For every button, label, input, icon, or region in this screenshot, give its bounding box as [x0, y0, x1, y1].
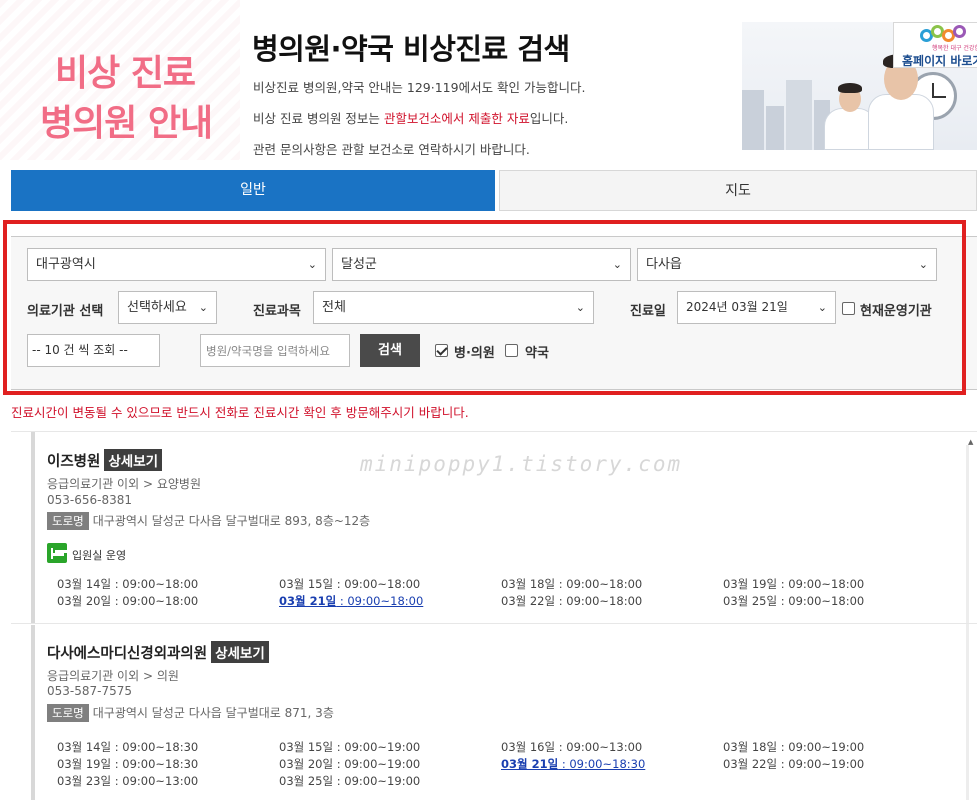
date-select-value: 2024년 03월 21일 [686, 300, 788, 314]
schedule-entry-selected-date[interactable]: 03월 21일 : 09:00~18:00 [279, 593, 423, 609]
facility-select[interactable]: 선택하세요 ⌄ [118, 291, 217, 324]
brand-circles-icon [920, 25, 976, 42]
watermark: minipoppy1.tistory.com [360, 452, 683, 476]
result-category: 응급의료기관 이외 > 의원 [47, 669, 179, 683]
logo-line-1: 비상 진료 [55, 53, 196, 94]
road-tag: 도로명 [47, 512, 89, 530]
schedule-entry: 03월 15일 : 09:00~18:00 [279, 577, 421, 591]
home-label: 홈페이지 바로가 [902, 54, 977, 68]
schedule-entry: 03월 25일 : 09:00~19:00 [279, 774, 421, 788]
info-line-1: 비상진료 병의원,약국 안내는 129·119에서도 확인 가능합니다. [253, 80, 586, 95]
address-text: 대구광역시 달성군 다사읍 달구벌대로 893, 8층~12층 [92, 514, 371, 528]
schedule-entry: 03월 18일 : 09:00~18:00 [501, 577, 643, 591]
department-select[interactable]: 전체 ⌄ [313, 291, 594, 324]
result-address: 도로명 대구광역시 달성군 다사읍 달구벌대로 893, 8층~12층 [47, 512, 370, 530]
hospital-checkbox-label: 병·의원 [454, 346, 495, 361]
schedule-entry: 03월 18일 : 09:00~19:00 [723, 740, 865, 754]
schedule-entry: 03월 22일 : 09:00~19:00 [723, 757, 865, 771]
chevron-down-icon: ⌄ [307, 258, 317, 271]
notice-text: 진료시간이 변동될 수 있으므로 반드시 전화로 진료시간 확인 후 방문해주시… [11, 405, 469, 420]
name-search-input[interactable] [200, 334, 350, 367]
homepage-link-button[interactable]: 행복한 대구 건강한 사람 홈페이지 바로가 [893, 22, 977, 68]
logo-banner: 비상 진료 병의원 안내 [0, 0, 240, 160]
pharmacy-checkbox-label: 약국 [525, 346, 549, 361]
address-text: 대구광역시 달성군 다사읍 달구벌대로 871, 3층 [92, 706, 334, 720]
info-line-2-highlight: 관할보건소에서 제출한 자료 [383, 111, 530, 126]
result-name[interactable]: 이즈병원 [47, 454, 100, 470]
results-top-divider [11, 431, 977, 432]
region-select-value: 대구광역시 [36, 257, 96, 272]
chevron-down-icon: ⌄ [575, 301, 585, 314]
tab-map[interactable]: 지도 [499, 170, 977, 211]
open-now-checkbox[interactable] [842, 302, 855, 315]
department-label: 진료과목 [253, 304, 301, 319]
schedule-entry: 03월 23일 : 09:00~13:00 [57, 774, 199, 788]
page-size-select[interactable]: -- 10 건 씩 조회 -- [27, 334, 160, 367]
result-phone: 053-656-8381 [47, 493, 133, 507]
town-select-value: 다사읍 [646, 257, 682, 272]
home-sub-label: 행복한 대구 건강한 사람 [932, 45, 977, 52]
page-size-select-value: -- 10 건 씩 조회 -- [32, 343, 128, 357]
tab-general[interactable]: 일반 [11, 170, 495, 211]
schedule-entry: 03월 16일 : 09:00~13:00 [501, 740, 643, 754]
chevron-down-icon: ⌄ [817, 301, 827, 314]
result-divider [11, 623, 977, 624]
department-select-value: 전체 [322, 300, 346, 315]
result-category: 응급의료기관 이외 > 요양병원 [47, 477, 201, 491]
result-address: 도로명 대구광역시 달성군 다사읍 달구벌대로 871, 3층 [47, 704, 334, 722]
schedule-entry: 03월 20일 : 09:00~19:00 [279, 757, 421, 771]
info-line-2-pre: 비상 진료 병의원 정보는 [253, 111, 384, 126]
schedule-entry: 03월 15일 : 09:00~19:00 [279, 740, 421, 754]
schedule-entry: 03월 14일 : 09:00~18:00 [57, 577, 199, 591]
chevron-down-icon: ⌄ [612, 258, 622, 271]
info-line-3: 관련 문의사항은 관할 보건소로 연락하시기 바랍니다. [253, 142, 530, 157]
district-select[interactable]: 달성군 ⌄ [332, 248, 631, 281]
schedule-entry: 03월 14일 : 09:00~18:30 [57, 740, 199, 754]
page-title: 병의원·약국 비상진료 검색 [252, 32, 570, 66]
result-phone: 053-587-7575 [47, 684, 133, 698]
logo-line-2: 병의원 안내 [40, 103, 213, 144]
date-label: 진료일 [630, 304, 666, 319]
facility-label: 의료기관 선택 [27, 304, 104, 319]
page-header: 비상 진료 병의원 안내 병의원·약국 비상진료 검색 비상진료 병의원,약국 … [0, 0, 977, 165]
detail-button[interactable]: 상세보기 [211, 641, 269, 663]
date-select[interactable]: 2024년 03월 21일 ⌄ [677, 291, 836, 324]
open-now-label: 현재운영기관 [860, 304, 932, 319]
region-select[interactable]: 대구광역시 ⌄ [27, 248, 326, 281]
inpatient-label: 입원실 운영 [72, 549, 127, 562]
schedule-entry: 03월 22일 : 09:00~18:00 [501, 594, 643, 608]
search-button[interactable]: 검색 [360, 334, 420, 367]
building-shape [786, 80, 812, 150]
pharmacy-checkbox[interactable] [505, 344, 518, 357]
result-accent-bar [31, 432, 35, 623]
schedule-entry: 03월 19일 : 09:00~18:30 [57, 757, 199, 771]
town-select[interactable]: 다사읍 ⌄ [637, 248, 937, 281]
scroll-up-icon[interactable]: ▲ [968, 438, 973, 446]
chevron-down-icon: ⌄ [918, 258, 928, 271]
schedule-entry: 03월 19일 : 09:00~18:00 [723, 577, 865, 591]
building-shape [766, 106, 784, 150]
schedule-entry-selected-date[interactable]: 03월 21일 : 09:00~18:30 [501, 756, 645, 772]
building-shape [742, 90, 764, 150]
chevron-down-icon: ⌄ [198, 301, 208, 314]
info-line-2: 비상 진료 병의원 정보는 관할보건소에서 제출한 자료입니다. [253, 108, 568, 127]
hospital-checkbox[interactable] [435, 344, 448, 357]
result-title: 다사에스마디신경외과의원 상세보기 [47, 641, 269, 663]
schedule-entry: 03월 25일 : 09:00~18:00 [723, 594, 865, 608]
schedule-entry: 03월 20일 : 09:00~18:00 [57, 594, 199, 608]
info-line-2-post: 입니다. [529, 111, 569, 126]
result-accent-bar [31, 625, 35, 800]
facility-select-value: 선택하세요 [127, 300, 187, 315]
result-name[interactable]: 다사에스마디신경외과의원 [47, 646, 207, 662]
detail-button[interactable]: 상세보기 [104, 449, 163, 471]
road-tag: 도로명 [47, 704, 89, 722]
bed-icon [47, 543, 67, 563]
result-title: 이즈병원 상세보기 [47, 449, 163, 471]
district-select-value: 달성군 [341, 257, 377, 272]
